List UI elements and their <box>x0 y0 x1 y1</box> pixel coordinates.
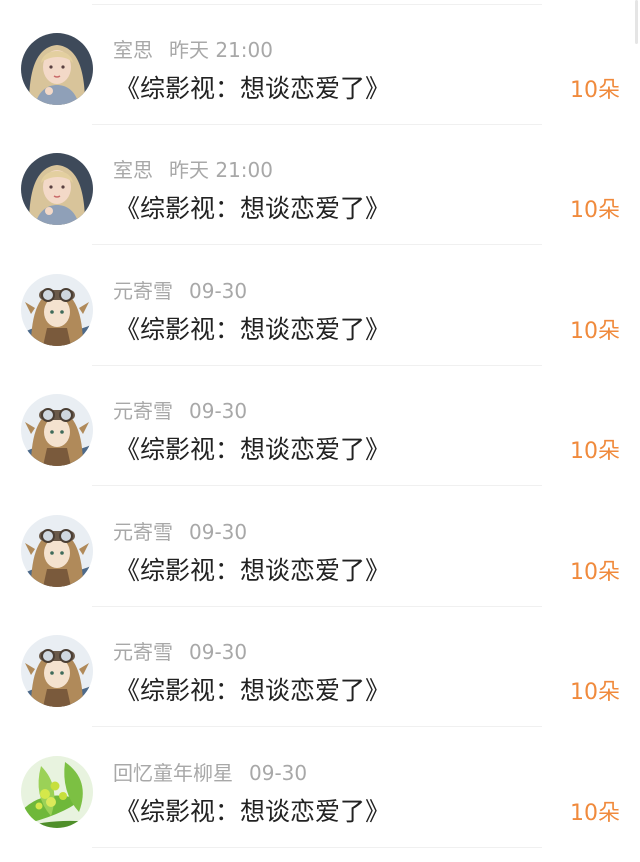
divider <box>92 726 542 727</box>
username[interactable]: 回忆童年柳星 <box>113 761 233 785</box>
book-title[interactable]: 《综影视：想谈恋爱了》 <box>115 551 390 591</box>
timestamp: 09-30 <box>189 399 248 423</box>
divider <box>92 244 542 245</box>
username[interactable]: 元寄雪 <box>113 520 173 544</box>
book-title[interactable]: 《综影视：想谈恋爱了》 <box>115 430 390 470</box>
list-item[interactable]: 元寄雪 09-30 《综影视：想谈恋爱了》 10朵 <box>0 366 640 486</box>
avatar[interactable] <box>21 33 93 105</box>
timestamp: 09-30 <box>189 279 248 303</box>
username[interactable]: 室思 <box>113 158 153 182</box>
book-title[interactable]: 《综影视：想谈恋爱了》 <box>115 69 390 109</box>
username[interactable]: 元寄雪 <box>113 640 173 664</box>
record-meta: 元寄雪 09-30 <box>113 276 247 306</box>
timestamp: 昨天 21:00 <box>169 38 273 62</box>
timestamp: 09-30 <box>249 761 308 785</box>
book-title[interactable]: 《综影视：想谈恋爱了》 <box>115 671 390 711</box>
avatar[interactable] <box>21 153 93 225</box>
record-meta: 室思 昨天 21:00 <box>113 155 273 185</box>
record-meta: 室思 昨天 21:00 <box>113 35 273 65</box>
record-meta: 元寄雪 09-30 <box>113 517 247 547</box>
username[interactable]: 元寄雪 <box>113 399 173 423</box>
gift-amount: 10朵 <box>570 560 620 585</box>
divider <box>92 485 542 486</box>
divider <box>92 847 542 848</box>
record-meta: 元寄雪 09-30 <box>113 396 247 426</box>
gift-amount: 10朵 <box>570 680 620 705</box>
timestamp: 昨天 21:00 <box>169 158 273 182</box>
book-title[interactable]: 《综影视：想谈恋爱了》 <box>115 189 390 229</box>
avatar[interactable] <box>21 394 93 466</box>
list-item[interactable]: 元寄雪 09-30 《综影视：想谈恋爱了》 10朵 <box>0 487 640 607</box>
username[interactable]: 元寄雪 <box>113 279 173 303</box>
avatar[interactable] <box>21 756 93 828</box>
record-meta: 回忆童年柳星 09-30 <box>113 758 307 788</box>
list-item[interactable]: 室思 昨天 21:00 《综影视：想谈恋爱了》 10朵 <box>0 125 640 245</box>
list-item[interactable]: 元寄雪 09-30 《综影视：想谈恋爱了》 10朵 <box>0 607 640 727</box>
gift-amount: 10朵 <box>570 198 620 223</box>
avatar[interactable] <box>21 635 93 707</box>
list-item[interactable]: 元寄雪 09-30 《综影视：想谈恋爱了》 10朵 <box>0 246 640 366</box>
timestamp: 09-30 <box>189 520 248 544</box>
gift-amount: 10朵 <box>570 319 620 344</box>
avatar[interactable] <box>21 274 93 346</box>
gift-amount: 10朵 <box>570 439 620 464</box>
book-title[interactable]: 《综影视：想谈恋爱了》 <box>115 792 390 832</box>
list-item[interactable]: 回忆童年柳星 09-30 《综影视：想谈恋爱了》 10朵 <box>0 728 640 848</box>
gift-amount: 10朵 <box>570 78 620 103</box>
book-title[interactable]: 《综影视：想谈恋爱了》 <box>115 310 390 350</box>
timestamp: 09-30 <box>189 640 248 664</box>
record-meta: 元寄雪 09-30 <box>113 637 247 667</box>
list-item[interactable]: 室思 昨天 21:00 《综影视：想谈恋爱了》 10朵 <box>0 5 640 125</box>
avatar[interactable] <box>21 515 93 587</box>
username[interactable]: 室思 <box>113 38 153 62</box>
gift-amount: 10朵 <box>570 801 620 826</box>
